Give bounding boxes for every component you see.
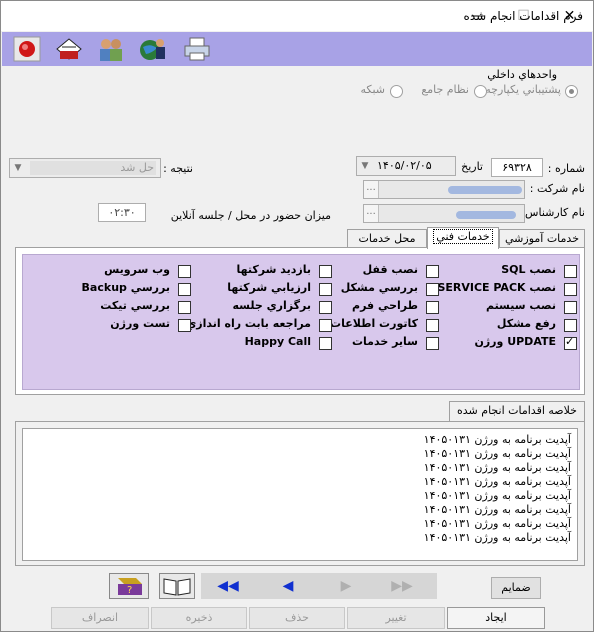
form-window: — ☐ ✕ فرم اقدامات انجام شده واحدهاي داخل… [0, 0, 594, 632]
users-icon[interactable] [96, 35, 126, 63]
presence-label: ميزان حضور در محل / جلسه آنلاين [170, 209, 331, 222]
tab-technical-services[interactable]: خدمات فني [427, 227, 499, 249]
book-icon[interactable] [159, 573, 195, 599]
radio-network-label: شبکه [360, 83, 385, 96]
summary-panel: آپديت برنامه به ورژن ۱۴۰۵۰۱۳۱ آپديت برنا… [15, 421, 585, 566]
checkbox-company-visit[interactable] [319, 265, 332, 278]
delete-button[interactable]: حذف [249, 607, 345, 629]
checkbox-install-service-pack[interactable] [564, 283, 577, 296]
checkbox-fix-problem[interactable] [564, 319, 577, 332]
title-bar: — ☐ ✕ فرم اقدامات انجام شده [1, 1, 593, 31]
summary-textarea[interactable]: آپديت برنامه به ورژن ۱۴۰۵۰۱۳۱ آپديت برنا… [22, 428, 578, 561]
company-browse-button[interactable]: ... [364, 181, 379, 198]
checkbox-other-services[interactable] [426, 337, 439, 350]
next-record-icon[interactable]: ▶ [331, 576, 361, 596]
summary-line: آپديت برنامه به ورژن ۱۴۰۵۰۱۳۱ [423, 475, 571, 488]
tab-service-location[interactable]: محل خدمات [347, 229, 427, 249]
window-title: فرم اقدامات انجام شده [463, 9, 583, 23]
result-select[interactable]: ▼ حل شد [9, 158, 161, 178]
checkbox-check-problem[interactable] [426, 283, 439, 296]
expert-field[interactable]: ... [363, 204, 525, 223]
radio-unified-support[interactable] [565, 85, 578, 98]
services-checklist: نصب SQL نصب قفل بازديد شرکتها وب سرويس ن… [22, 254, 580, 390]
expert-label: نام کارشناس : [517, 206, 585, 219]
create-button[interactable]: ايجاد [447, 607, 545, 629]
number-field[interactable]: ۶۹۳۲۸ [491, 158, 543, 177]
checkbox-update-version[interactable] [564, 335, 577, 350]
technical-services-panel: نصب SQL نصب قفل بازديد شرکتها وب سرويس ن… [15, 247, 585, 395]
form-stack-icon[interactable] [54, 35, 84, 63]
radio-unified-support-label: پشتيباني يکپارچه [485, 83, 561, 96]
radio-network[interactable] [390, 85, 403, 98]
first-record-icon[interactable]: ◀◀ [213, 576, 243, 596]
checkbox-test-version[interactable] [178, 319, 191, 332]
record-navigator: ◀◀ ◀ ▶ ▶▶ [201, 573, 437, 599]
svg-text:?: ? [127, 585, 132, 596]
checkbox-install-lock[interactable] [426, 265, 439, 278]
checkbox-data-conversion[interactable] [426, 319, 439, 332]
units-label: واحدهاي داخلي [487, 68, 557, 81]
checkbox-form-design[interactable] [426, 301, 439, 314]
company-field[interactable]: ... [363, 180, 525, 199]
result-label: نتيجه : [163, 162, 193, 175]
expert-value-redacted [456, 211, 516, 219]
summary-line: آپديت برنامه به ورژن ۱۴۰۵۰۱۳۱ [423, 447, 571, 460]
summary-line: آپديت برنامه به ورژن ۱۴۰۵۰۱۳۱ [423, 503, 571, 516]
summary-line: آپديت برنامه به ورژن ۱۴۰۵۰۱۳۱ [423, 461, 571, 474]
summary-line: آپديت برنامه به ورژن ۱۴۰۵۰۱۳۱ [423, 489, 571, 502]
checkbox-install-sql[interactable] [564, 265, 577, 278]
save-button[interactable]: ذخيره [151, 607, 247, 629]
date-field[interactable]: ▼ ۱۴۰۵/۰۲/۰۵ [356, 156, 456, 176]
cancel-button[interactable]: انصراف [51, 607, 149, 629]
date-label: تاريخ [461, 160, 483, 173]
chevron-down-icon[interactable]: ▼ [357, 157, 373, 175]
checkbox-web-service[interactable] [178, 265, 191, 278]
edit-button[interactable]: تغيير [347, 607, 445, 629]
presence-duration-field[interactable]: ۰۲:۳۰ [98, 203, 146, 222]
radio-comprehensive-system[interactable] [474, 85, 487, 98]
help-book-icon[interactable]: ? [109, 573, 149, 599]
tab-training-services[interactable]: خدمات آموزشي [499, 229, 585, 249]
checkbox-company-evaluation[interactable] [319, 283, 332, 296]
summary-line: آپديت برنامه به ورژن ۱۴۰۵۰۱۳۱ [423, 531, 571, 544]
printer-icon[interactable] [182, 35, 212, 63]
chevron-down-icon[interactable]: ▼ [10, 159, 26, 177]
checkbox-install-system[interactable] [564, 301, 577, 314]
globe-user-icon[interactable] [138, 35, 168, 63]
previous-record-icon[interactable]: ◀ [273, 576, 303, 596]
toolbar [2, 32, 592, 66]
company-value-redacted [448, 186, 522, 194]
summary-line: آپديت برنامه به ورژن ۱۴۰۵۰۱۳۱ [423, 433, 571, 446]
checkbox-setup-visit[interactable] [319, 319, 332, 332]
company-label: نام شرکت : [529, 182, 585, 195]
expert-browse-button[interactable]: ... [364, 205, 379, 222]
radio-comprehensive-system-label: نظام جامع [421, 83, 469, 96]
checkbox-check-backup[interactable] [178, 283, 191, 296]
attachments-button[interactable]: ضمايم [491, 577, 541, 599]
summary-tab[interactable]: خلاصه اقدامات انجام شده [449, 401, 585, 421]
checkbox-happy-call[interactable] [319, 337, 332, 350]
checkbox-check-ticket[interactable] [178, 301, 191, 314]
last-record-icon[interactable]: ▶▶ [387, 576, 417, 596]
checkbox-hold-meeting[interactable] [319, 301, 332, 314]
record-icon[interactable] [12, 35, 42, 63]
summary-line: آپديت برنامه به ورژن ۱۴۰۵۰۱۳۱ [423, 517, 571, 530]
number-label: شماره : [547, 162, 585, 175]
